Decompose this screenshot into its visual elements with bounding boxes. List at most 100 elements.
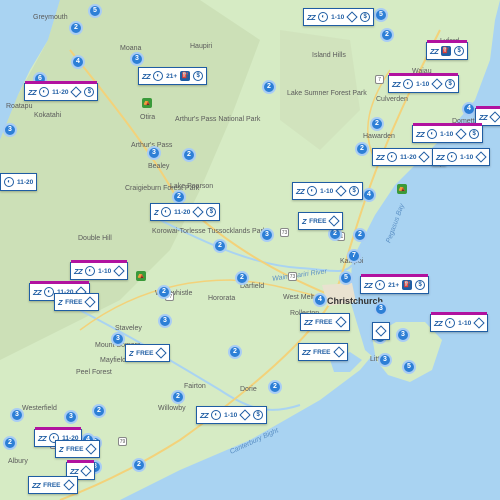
fuel-icon: ⛽ — [180, 71, 191, 81]
cluster-marker[interactable]: 4 — [362, 188, 376, 202]
dollar-icon: $ — [253, 410, 264, 420]
campsite-card[interactable]: ZZ ◐ 1-10 $ — [412, 123, 484, 143]
campsite-card[interactable]: ZZ FREE — [28, 476, 78, 494]
campsite-card[interactable]: ZZ ◐ 1-10 $ — [196, 406, 268, 424]
cluster-marker[interactable]: 3 — [147, 146, 161, 160]
card-accent-bar — [389, 73, 459, 76]
people-icon: ◐ — [153, 71, 164, 81]
cluster-marker[interactable]: 2 — [353, 228, 367, 242]
amenity-icon — [418, 151, 431, 163]
cluster-marker[interactable]: 2 — [69, 21, 83, 35]
capacity-label: 1-10 — [224, 411, 238, 419]
campsite-badge[interactable]: ⛺ — [142, 91, 152, 109]
campsite-card[interactable]: ZZ ◐ 1-10 — [432, 148, 491, 166]
campsite-card[interactable]: ZZ ◐ 21+ ⛽ $ — [138, 67, 208, 85]
campsite-card[interactable]: Z ◐ 11-20 $ — [150, 203, 221, 221]
card-accent-bar — [431, 312, 488, 315]
map-canvas[interactable]: GreymouthMoanaHaupiriIsland HillsLyfordW… — [0, 0, 500, 500]
place-label: Lake Pearson — [170, 183, 214, 190]
capacity-label: 11-20 — [174, 208, 191, 216]
cluster-marker[interactable]: 2 — [380, 28, 394, 42]
place-label: Mayfield — [100, 357, 127, 364]
campsite-card[interactable]: Z FREE — [125, 344, 171, 362]
sleep-icon: ZZ — [392, 79, 401, 89]
cluster-marker[interactable]: 3 — [378, 353, 392, 367]
cluster-marker[interactable]: 2 — [3, 436, 17, 450]
capacity-label: FREE — [43, 481, 61, 489]
campsite-card[interactable]: Z FREE — [298, 212, 344, 230]
amenity-icon — [84, 296, 97, 308]
campsite-card[interactable]: ZZ ◐ 1-10 $ — [388, 73, 460, 93]
capacity-label: FREE — [66, 445, 84, 453]
cluster-marker[interactable]: 3 — [396, 328, 410, 342]
place-label: Roatapu — [6, 103, 33, 110]
cluster-marker[interactable]: 5 — [374, 8, 388, 22]
card-accent-bar — [413, 123, 483, 126]
cluster-marker[interactable]: 2 — [182, 148, 196, 162]
place-label: Peel Forest — [76, 369, 112, 376]
campsite-card[interactable]: ZZ ◐ 1-10 $ — [292, 182, 364, 200]
sleep-icon: ZZ — [436, 152, 445, 162]
sleep-icon: ZZ — [304, 317, 313, 327]
people-icon: ◐ — [403, 79, 414, 89]
cluster-marker[interactable]: 5 — [339, 271, 353, 285]
cluster-marker[interactable]: 2 — [92, 404, 106, 418]
dollar-icon: $ — [415, 280, 426, 290]
cluster-marker[interactable]: 4 — [462, 102, 476, 116]
capacity-label: FREE — [313, 348, 331, 356]
cluster-marker[interactable]: 5 — [402, 360, 416, 374]
cluster-marker[interactable]: 2 — [157, 285, 171, 299]
cluster-marker[interactable]: 2 — [370, 117, 384, 131]
campsite-card[interactable]: ZZ ⛽ $ — [426, 40, 469, 60]
cluster-marker[interactable]: 3 — [374, 302, 388, 316]
amenity-icon — [346, 11, 358, 23]
campsite-card[interactable] — [372, 322, 390, 340]
place-label: Kokatahi — [34, 112, 62, 119]
cluster-marker[interactable]: 4 — [71, 55, 85, 69]
dollar-icon: $ — [349, 186, 360, 196]
cluster-marker[interactable]: 2 — [172, 190, 186, 204]
cluster-marker[interactable]: 7 — [347, 249, 361, 263]
campsite-badge[interactable]: ⛺ — [397, 177, 407, 195]
cluster-marker[interactable]: 2 — [268, 380, 282, 394]
campsite-card[interactable]: ◐ 11-20 — [0, 173, 38, 191]
cluster-marker[interactable]: 3 — [158, 314, 172, 328]
place-label: Dorie — [240, 386, 257, 393]
campsite-card[interactable]: ZZ FREE — [298, 343, 348, 361]
cluster-marker[interactable]: 3 — [64, 410, 78, 424]
cluster-marker[interactable]: 2 — [171, 390, 185, 404]
campsite-card[interactable]: ZZ◐11-20 $ — [24, 81, 99, 101]
place-label: Fairton — [184, 383, 206, 390]
campsite-card[interactable]: ZZ ◐ 21+ ⛽ $ — [360, 274, 430, 294]
capacity-label: FREE — [315, 318, 333, 326]
campsite-card[interactable]: ZZ ◐ 1-10 $ — [303, 8, 375, 26]
dollar-icon: $ — [445, 79, 456, 89]
cluster-marker[interactable]: 3 — [111, 332, 125, 346]
cluster-marker[interactable]: 5 — [88, 4, 102, 18]
sleep-icon: ZZ — [364, 280, 373, 290]
cluster-marker[interactable]: 2 — [355, 142, 369, 156]
amenity-icon — [328, 215, 341, 227]
sleep-icon: ZZ — [302, 347, 311, 357]
campsite-card[interactable]: ZZ ◐ 1-10 — [430, 312, 489, 332]
campsite-badge[interactable]: ⛺ — [136, 264, 146, 282]
cluster-marker[interactable]: 2 — [213, 239, 227, 253]
cluster-marker[interactable]: 3 — [3, 123, 17, 137]
campsite-card[interactable]: ZZ ◐ 1-10 — [70, 260, 129, 280]
cluster-marker[interactable]: 4 — [313, 293, 327, 307]
tent-icon: ⛺ — [397, 183, 407, 194]
place-label: Haupiri — [190, 43, 213, 50]
campsite-card[interactable]: Z FREE — [55, 440, 101, 458]
cluster-marker[interactable]: 2 — [262, 80, 276, 94]
cluster-marker[interactable]: 3 — [10, 408, 24, 422]
amenity-icon — [334, 316, 347, 328]
fuel-icon: ⛽ — [402, 280, 413, 290]
cluster-marker[interactable]: 2 — [228, 345, 242, 359]
cluster-marker[interactable]: 3 — [130, 52, 144, 66]
cluster-marker[interactable]: 3 — [260, 228, 274, 242]
campsite-card[interactable]: ZZ FREE — [300, 313, 350, 331]
campsite-card[interactable]: Z FREE — [54, 293, 100, 311]
cluster-marker[interactable]: 2 — [235, 271, 249, 285]
fuel-icon: ⛽ — [441, 46, 452, 56]
cluster-marker[interactable]: 2 — [132, 458, 146, 472]
